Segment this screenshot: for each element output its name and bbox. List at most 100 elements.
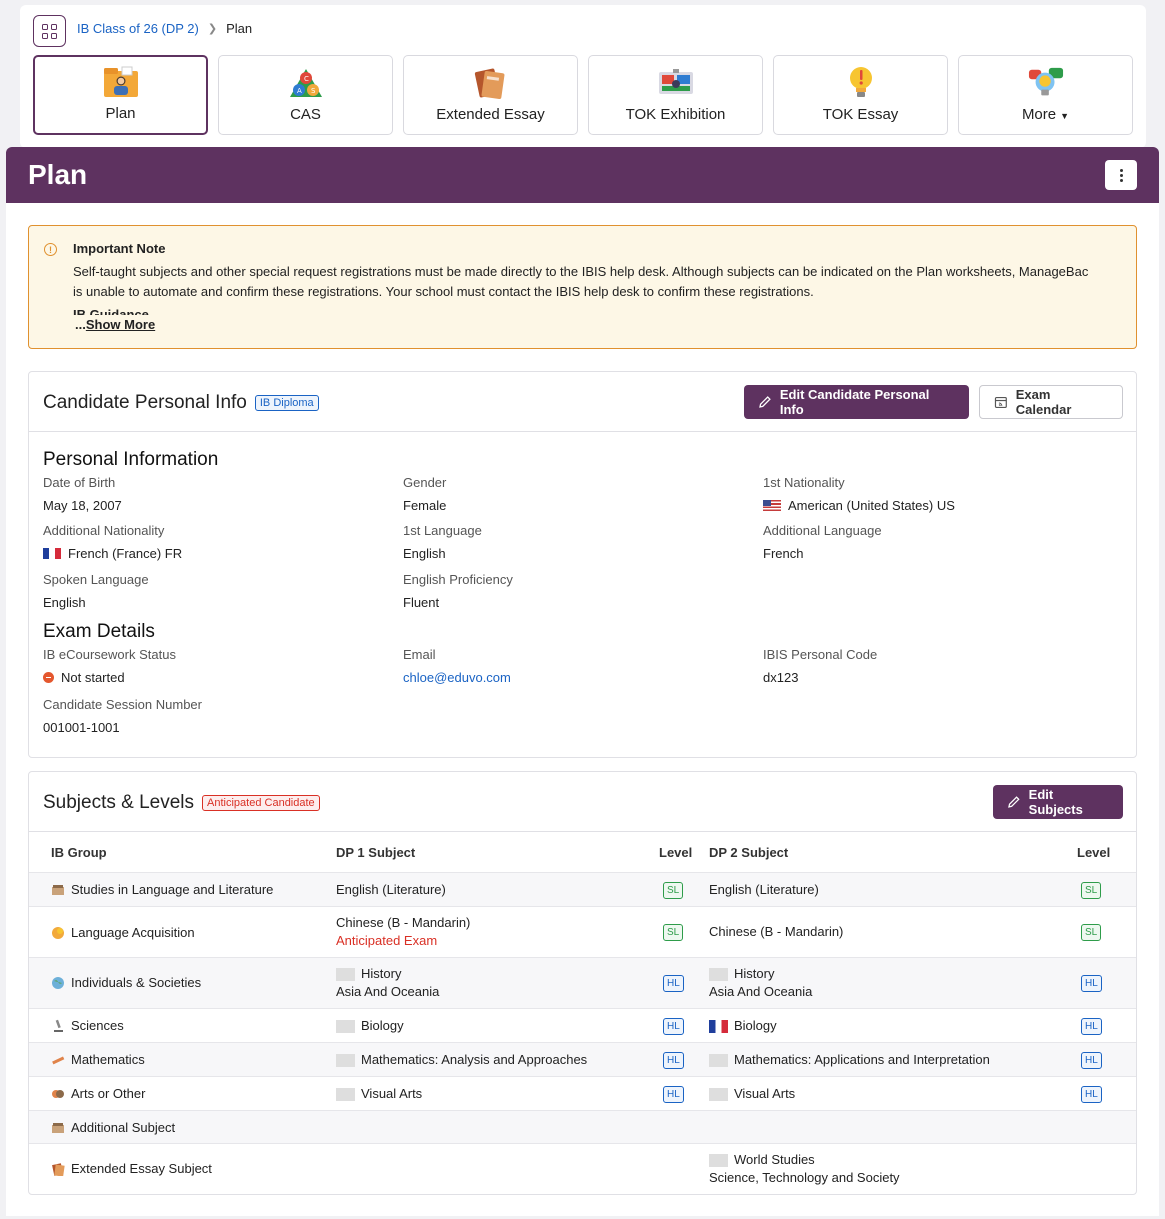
svg-text:A: A <box>297 87 302 95</box>
speech-bubble-icon <box>52 927 64 939</box>
books-icon <box>473 66 509 100</box>
tab-label-more: More ▼ <box>1021 106 1070 123</box>
breadcrumb-current: Plan <box>226 21 253 36</box>
level-badge-hl: HL <box>1081 1052 1102 1069</box>
panel-title: Candidate Personal Info IB Diploma <box>43 392 319 414</box>
france-flag-icon <box>43 548 61 559</box>
books-icon <box>52 885 64 895</box>
edit-subjects-button[interactable]: Edit Subjects <box>993 785 1123 819</box>
flag-placeholder-icon <box>709 1054 728 1068</box>
important-note: ! Important Note Self-taught subjects an… <box>28 225 1137 349</box>
show-more-link[interactable]: ...Show More <box>75 317 155 332</box>
exhibition-board-icon <box>658 66 694 100</box>
kebab-dot-icon <box>1119 168 1123 172</box>
level-badge-hl: HL <box>663 1052 684 1069</box>
tab-label: Plan <box>105 105 136 122</box>
tab-plan[interactable]: Plan <box>33 55 208 135</box>
pencil-icon <box>759 396 771 408</box>
field-session-number: Candidate Session Number 001001-1001 <box>43 697 202 735</box>
tab-label: Extended Essay <box>436 106 545 123</box>
lightbulb-chat-icon <box>1028 66 1064 100</box>
exam-details-heading: Exam Details <box>43 621 155 642</box>
pencil-icon <box>1008 796 1020 808</box>
level-badge-hl: HL <box>1081 1086 1102 1103</box>
field-first-nationality: 1st Nationality American (United States)… <box>763 475 955 513</box>
table-row: Individuals & Societies History Asia And … <box>29 958 1136 1009</box>
field-first-language: 1st Language English <box>403 523 482 561</box>
tab-label: CAS <box>290 106 321 123</box>
status-not-started-icon <box>43 672 54 683</box>
table-row: Mathematics Mathematics: Analysis and Ap… <box>29 1043 1136 1077</box>
note-title: Important Note <box>73 241 166 256</box>
ib-diploma-badge: IB Diploma <box>254 395 319 411</box>
lightbulb-icon <box>843 66 879 100</box>
level-badge-sl: SL <box>663 924 684 941</box>
tab-cas[interactable]: CAS CAS <box>218 55 393 135</box>
email-link[interactable]: chloe@eduvo.com <box>403 670 511 685</box>
table-header-row: IB Group DP 1 Subject Level DP 2 Subject… <box>29 833 1136 873</box>
table-row: Studies in Language and Literature Engli… <box>29 873 1136 907</box>
chevron-right-icon: ❯ <box>207 23 218 35</box>
top-navigation: IB Class of 26 (DP 2) ❯ Plan Plan CAS CA… <box>20 5 1146 148</box>
level-badge-hl: HL <box>1081 1018 1102 1035</box>
alert-circle-icon: ! <box>44 243 57 256</box>
module-tabs: Plan CAS CAS Extended Essay TOK Exhibiti… <box>33 55 1133 135</box>
more-options-button[interactable] <box>1105 160 1137 190</box>
flag-placeholder-icon <box>709 1088 728 1102</box>
field-additional-nationality: Additional Nationality French (France) F… <box>43 523 183 561</box>
apps-grid-icon <box>42 23 57 39</box>
tab-tok-exhibition[interactable]: TOK Exhibition <box>588 55 763 135</box>
level-badge-hl: HL <box>663 975 684 992</box>
level-badge-hl: HL <box>663 1086 684 1103</box>
level-badge-hl: HL <box>1081 975 1102 992</box>
panel-title: Subjects & Levels Anticipated Candidate <box>43 792 320 814</box>
table-row: Extended Essay Subject World Studies Scie… <box>29 1144 1136 1193</box>
us-flag-icon <box>763 500 781 511</box>
anticipated-candidate-badge: Anticipated Candidate <box>202 795 320 811</box>
anticipated-exam-label: Anticipated Exam <box>336 933 438 948</box>
field-ibis-code: IBIS Personal Code dx123 <box>763 647 878 685</box>
edit-candidate-info-button[interactable]: Edit Candidate Personal Info <box>744 385 969 419</box>
breadcrumb: IB Class of 26 (DP 2) ❯ Plan <box>77 21 252 36</box>
ruler-icon <box>52 1056 65 1065</box>
globe-icon <box>52 977 64 989</box>
level-badge-hl: HL <box>663 1018 684 1035</box>
flag-placeholder-icon <box>709 1154 728 1168</box>
apps-grid-button[interactable] <box>33 15 66 47</box>
main-content: ! Important Note Self-taught subjects an… <box>6 203 1159 1216</box>
page-header: Plan <box>6 147 1159 203</box>
table-row: Additional Subject <box>29 1111 1136 1144</box>
svg-text:C: C <box>304 75 309 83</box>
table-row: Sciences Biology HL Biology HL <box>29 1009 1136 1043</box>
flag-placeholder-icon <box>336 1054 355 1068</box>
breadcrumb-parent-link[interactable]: IB Class of 26 (DP 2) <box>77 21 199 36</box>
field-date-of-birth: Date of Birth May 18, 2007 <box>43 475 122 513</box>
field-spoken-language: Spoken Language English <box>43 572 149 610</box>
france-flag-icon <box>709 1020 728 1034</box>
tab-extended-essay[interactable]: Extended Essay <box>403 55 578 135</box>
books-icon <box>52 1123 64 1133</box>
theater-masks-icon <box>52 1090 64 1098</box>
tab-label: TOK Essay <box>822 106 899 123</box>
exam-calendar-button[interactable]: Exam Calendar <box>979 385 1123 419</box>
tab-tok-essay[interactable]: TOK Essay <box>773 55 948 135</box>
field-english-proficiency: English Proficiency Fluent <box>403 572 513 610</box>
field-email: Email chloe@eduvo.com <box>403 647 511 685</box>
microscope-icon <box>54 1019 63 1032</box>
panel-header: Candidate Personal Info IB Diploma Edit … <box>29 372 1136 432</box>
level-badge-sl: SL <box>663 882 684 899</box>
flag-placeholder-icon <box>336 1020 355 1034</box>
kebab-dot-icon <box>1119 173 1123 177</box>
caret-down-icon: ▼ <box>1060 111 1070 121</box>
level-badge-sl: SL <box>1081 882 1102 899</box>
panel-header: Subjects & Levels Anticipated Candidate … <box>29 772 1136 832</box>
flag-placeholder-icon <box>336 1088 355 1102</box>
flag-placeholder-icon <box>709 968 728 982</box>
tab-label: TOK Exhibition <box>625 106 726 123</box>
tab-more[interactable]: More ▼ <box>958 55 1133 135</box>
page-title: Plan <box>28 159 88 190</box>
level-badge-sl: SL <box>1081 924 1102 941</box>
note-text: Self-taught subjects and other special r… <box>73 264 1089 299</box>
subjects-table: IB Group DP 1 Subject Level DP 2 Subject… <box>29 833 1136 1193</box>
note-guidance-heading: IB Guidance <box>73 307 149 315</box>
